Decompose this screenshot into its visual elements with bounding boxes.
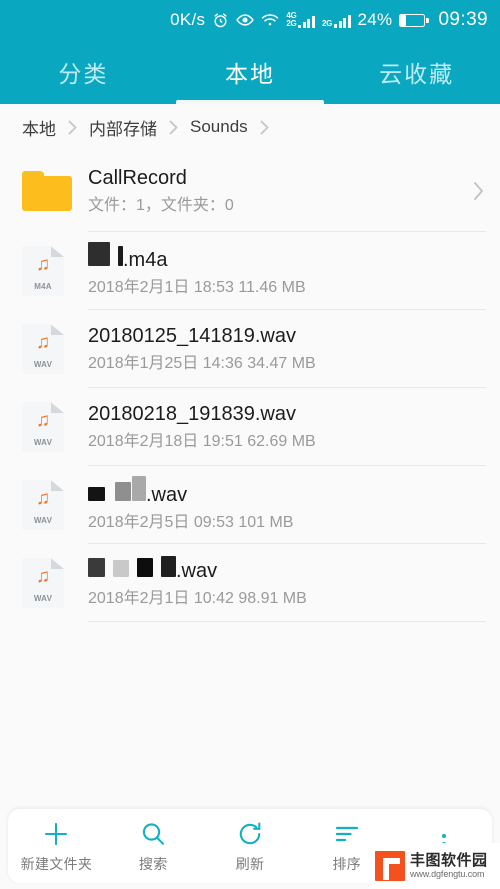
- chevron-right-icon: [167, 119, 180, 136]
- audio-file-icon: ♫ WAV: [22, 558, 88, 608]
- search-icon: [139, 819, 167, 849]
- chevron-right-icon: [456, 179, 486, 203]
- file-sub: 2018年2月1日 10:42 98.91 MB: [88, 589, 307, 607]
- tab-local-label: 本地: [225, 61, 275, 87]
- folder-meta: CallRecord 文件：1，文件夹：0: [88, 165, 456, 218]
- breadcrumb-item-0[interactable]: 本地: [22, 115, 56, 140]
- search-label: 搜索: [138, 855, 168, 872]
- plus-icon: [41, 819, 71, 849]
- file-ext-label: WAV: [33, 360, 53, 369]
- list-item-folder[interactable]: CallRecord 文件：1，文件夹：0: [0, 150, 500, 232]
- tab-categories-label: 分类: [58, 61, 109, 87]
- file-rows-container: ♫ M4A .m4a 2018年2月1日 18:53 11.46 MB ♫ WAV 2018…: [0, 232, 500, 622]
- file-meta: 20180125_141819.wav 2018年1月25日 14:36 34.4…: [88, 323, 486, 376]
- sim2-signal-icon: 2G: [322, 13, 351, 28]
- watermark: 丰图软件园 www.dgfengtu.com: [369, 843, 500, 889]
- redacted-text-block: [88, 486, 105, 501]
- battery-icon: [399, 13, 429, 27]
- file-sub: 2018年2月1日 18:53 11.46 MB: [88, 279, 306, 296]
- folder-name: CallRecord: [88, 166, 187, 189]
- list-item-file[interactable]: ♫ WAV .wav 2018年2月5日 09:53 101 MB: [0, 466, 500, 544]
- file-ext-label: M4A: [34, 282, 52, 291]
- redacted-text-block: [88, 242, 110, 266]
- chevron-right-icon: [258, 119, 271, 136]
- file-meta: .wav 2018年2月5日 09:53 101 MB: [88, 475, 486, 535]
- file-name-text: .wav: [176, 559, 218, 582]
- watermark-logo-icon: [375, 851, 405, 881]
- refresh-button[interactable]: 刷新: [202, 819, 299, 874]
- sort-label: 排序: [332, 855, 362, 872]
- active-tab-indicator: [176, 100, 324, 104]
- alarm-clock-icon: [212, 12, 229, 29]
- folder-sub: 文件：1，文件夹：0: [88, 196, 234, 214]
- breadcrumb: 本地 内部存储 Sounds: [0, 104, 500, 150]
- watermark-name: 丰图软件园: [410, 852, 488, 870]
- file-sub: 2018年2月5日 09:53 101 MB: [88, 513, 294, 531]
- file-name: 20180125_141819.wav: [88, 323, 486, 349]
- breadcrumb-item-2[interactable]: Sounds: [190, 117, 248, 137]
- new-folder-button[interactable]: 新建文件夹: [8, 819, 105, 874]
- list-item-file[interactable]: ♫ WAV 20180218_191839.wav 2018年2月18日 19:51 …: [0, 388, 500, 466]
- status-bar: 0K/s 4G 2G 2G 24% 09:39: [0, 0, 500, 40]
- tab-categories[interactable]: 分类: [0, 40, 167, 104]
- redacted-text-block: [115, 481, 131, 501]
- watermark-url: www.dgfengtu.com: [410, 869, 485, 880]
- sort-icon: [333, 819, 361, 849]
- list-item-file[interactable]: ♫ WAV .wav 2018年2月1日 10:42 98.91 MB: [0, 544, 500, 622]
- redacted-text-block: [113, 559, 129, 577]
- file-manager-app: 0K/s 4G 2G 2G 24% 09:39 分类 本地 云收藏 本地 内部存…: [0, 0, 500, 889]
- file-meta: .m4a 2018年2月1日 18:53 11.46 MB: [88, 242, 486, 300]
- redacted-text-block: [161, 555, 176, 577]
- file-name-text: 20180125_141819.wav: [88, 324, 296, 347]
- file-ext-label: WAV: [33, 594, 53, 603]
- list-item-file[interactable]: ♫ M4A .m4a 2018年2月1日 18:53 11.46 MB: [0, 232, 500, 310]
- audio-file-icon: ♫ WAV: [22, 480, 88, 530]
- file-ext-label: WAV: [33, 516, 53, 525]
- status-clock: 09:39: [438, 9, 488, 30]
- network-speed-text: 0K/s: [170, 10, 206, 29]
- file-name-text: .m4a: [123, 249, 168, 271]
- file-name: .wav: [88, 475, 486, 508]
- breadcrumb-item-1[interactable]: 内部存储: [89, 115, 157, 140]
- redacted-text-block: [132, 475, 146, 501]
- eye-care-icon: [236, 13, 255, 27]
- file-name: .m4a: [88, 242, 486, 273]
- tab-local[interactable]: 本地: [167, 40, 334, 104]
- file-ext-label: WAV: [33, 438, 53, 447]
- redacted-text-block: [137, 557, 153, 577]
- file-name-text: .wav: [146, 483, 188, 506]
- new-folder-label: 新建文件夹: [20, 855, 93, 872]
- tab-bar: 分类 本地 云收藏: [0, 40, 500, 104]
- search-button[interactable]: 搜索: [105, 819, 202, 874]
- audio-file-icon: ♫ WAV: [22, 402, 88, 452]
- refresh-label: 刷新: [235, 855, 265, 872]
- audio-file-icon: ♫ WAV: [22, 324, 88, 374]
- battery-percent-text: 24%: [357, 10, 393, 29]
- file-list: CallRecord 文件：1，文件夹：0 ♫ M4A .m4a 2018年2月1日 …: [0, 150, 500, 809]
- file-name-text: 20180218_191839.wav: [88, 402, 296, 425]
- sim1-net-bottom-label: 2G: [286, 19, 297, 28]
- file-name: .wav: [88, 555, 486, 584]
- sim1-signal-icon: 4G 2G: [286, 12, 315, 28]
- file-name: 20180218_191839.wav: [88, 401, 486, 427]
- list-item-file[interactable]: ♫ WAV 20180125_141819.wav 2018年1月25日 14:36 …: [0, 310, 500, 388]
- audio-file-icon: ♫ M4A: [22, 246, 88, 296]
- sim2-net-label: 2G: [321, 18, 333, 28]
- row-divider: [88, 621, 486, 622]
- folder-icon: [22, 171, 88, 211]
- tab-cloud-favorites[interactable]: 云收藏: [333, 40, 500, 104]
- refresh-icon: [236, 819, 264, 849]
- file-meta: 20180218_191839.wav 2018年2月18日 19:51 62.6…: [88, 401, 486, 454]
- file-sub: 2018年1月25日 14:36 34.47 MB: [88, 354, 316, 372]
- file-meta: .wav 2018年2月1日 10:42 98.91 MB: [88, 555, 486, 611]
- chevron-right-icon: [66, 119, 79, 136]
- wifi-icon: [261, 13, 279, 27]
- file-sub: 2018年2月18日 19:51 62.69 MB: [88, 432, 316, 450]
- tab-cloud-favorites-label: 云收藏: [379, 61, 455, 87]
- redacted-text-block: [88, 557, 105, 577]
